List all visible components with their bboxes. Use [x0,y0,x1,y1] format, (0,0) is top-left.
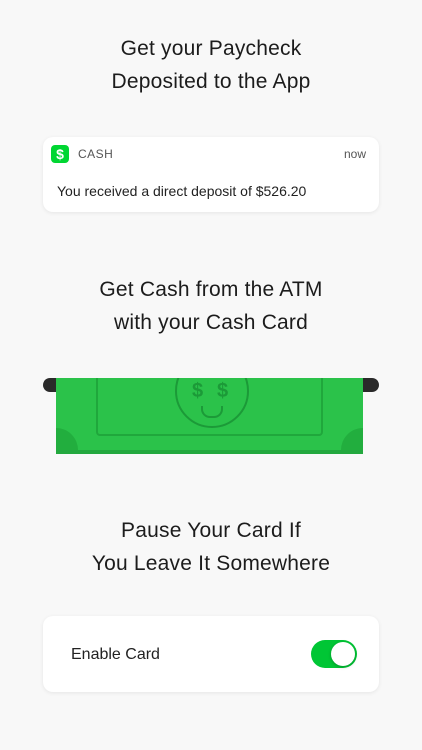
notification-time: now [343,147,366,161]
heading-line: with your Cash Card [113,311,309,334]
section-heading-atm: Get Cash from the ATM with your Cash Car… [0,273,422,339]
enable-card-toggle[interactable] [311,640,357,668]
notification-app-name: CASH [78,147,114,161]
heading-line: Deposited to the App [111,70,311,93]
notification-message: You received a direct deposit of $526.20 [57,183,307,199]
heading-line: Pause Your Card If [121,519,301,542]
heading-line: Get Cash from the ATM [99,278,323,301]
section-heading-pause-card: Pause Your Card If You Leave It Somewher… [0,514,422,580]
dollar-eye-icon: $ [192,380,204,402]
enable-card-label: Enable Card [71,646,160,663]
cash-app-icon: $ [51,145,69,163]
heading-line: Get your Paycheck [120,37,302,60]
dollar-eye-icon: $ [217,380,229,402]
enable-card-setting: Enable Card [43,616,379,692]
bill-corner [56,428,78,450]
toggle-knob [331,642,355,666]
heading-line: You Leave It Somewhere [91,552,331,575]
cash-bill-illustration: $ $ [56,378,363,454]
tongue-icon [201,406,223,418]
bill-corner [341,428,363,450]
deposit-notification[interactable]: $ CASH now You received a direct deposit… [43,137,379,212]
section-heading-paycheck: Get your Paycheck Deposited to the App [0,32,422,98]
